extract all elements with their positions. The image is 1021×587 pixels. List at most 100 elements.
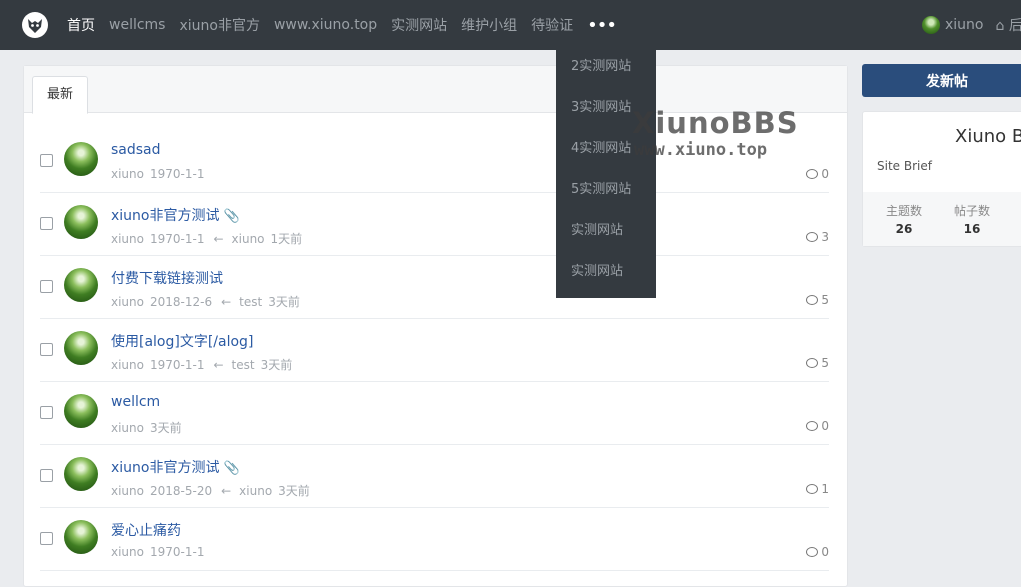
thread-last-time: 3天前 [261,358,293,372]
dropdown-item[interactable]: 5实测网站 [556,169,656,210]
thread-author[interactable]: xiuno [111,167,144,181]
site-stats: 主题数 26 帖子数 16 [863,192,1021,246]
nav-link-home[interactable]: 首页 [60,15,102,35]
more-menu-button[interactable]: ••• [580,15,623,36]
nav-link-maintenance-team[interactable]: 维护小组 [454,15,524,35]
reply-count: 1 [806,482,829,496]
comment-icon [806,547,818,557]
thread-last-user[interactable]: test [232,358,255,372]
thread-title-text[interactable]: xiuno非官方测试 [111,460,220,476]
thread-title-text[interactable]: 使用[alog]文字[/alog] [111,334,253,350]
site-brief: Site Brief [877,159,932,173]
thread-title-text[interactable]: sadsad [111,142,161,158]
admin-link-label: 后台 [1009,18,1021,34]
nav-link-wellcms[interactable]: wellcms [102,17,172,33]
thread-date: 3天前 [150,421,182,435]
thread-row: xiuno非官方测试📎xiuno2018-5-20←xiuno3天前1 [40,445,829,508]
comment-icon [806,421,818,431]
nav-link-test-site[interactable]: 实测网站 [384,15,454,35]
thread-last-time: 1天前 [271,232,303,246]
stat-value: 26 [874,222,934,236]
stat-label: 帖子数 [942,202,1002,219]
site-logo-icon[interactable] [21,11,49,39]
nav-link-xiuno-top[interactable]: www.xiuno.top [267,17,384,33]
author-avatar[interactable] [64,394,98,428]
thread-last-user[interactable]: test [239,295,262,309]
stat-posts: 帖子数 16 [942,202,1002,236]
reply-arrow-icon: ← [221,484,231,498]
thread-title[interactable]: 爱心止痛药 [111,520,181,540]
site-title: Xiuno BBS [955,126,1021,147]
nav-link-pending[interactable]: 待验证 [524,15,580,35]
thread-title[interactable]: sadsad [111,142,161,158]
thread-author[interactable]: xiuno [111,484,144,498]
nav-username[interactable]: xiuno [945,17,984,33]
thread-author[interactable]: xiuno [111,421,144,435]
reply-count-value: 5 [821,293,829,307]
site-info-card: Xiuno BBS Site Brief 主题数 26 帖子数 16 [862,111,1021,247]
thread-meta: xiuno2018-12-6←test3天前 [111,293,306,310]
reply-count-value: 3 [821,230,829,244]
thread-title-text[interactable]: xiuno非官方测试 [111,208,220,224]
reply-count: 0 [806,419,829,433]
tab-latest[interactable]: 最新 [32,76,88,114]
thread-last-user[interactable]: xiuno [239,484,272,498]
thread-date: 1970-1-1 [150,167,204,181]
dropdown-item[interactable]: 实测网站 [556,210,656,251]
new-post-button[interactable]: 发新帖 [862,64,1021,97]
thread-title-text[interactable]: 付费下载链接测试 [111,271,223,287]
thread-row: wellcm xiuno 3天前 0 [40,382,829,445]
thread-title-text[interactable]: wellcm [111,394,160,410]
reply-arrow-icon: ← [213,358,223,372]
thread-title[interactable]: xiuno非官方测试📎 [111,457,240,477]
thread-title[interactable]: 使用[alog]文字[/alog] [111,331,253,351]
home-icon: ⌂ [996,18,1005,34]
comment-icon [806,295,818,305]
comment-icon [806,232,818,242]
stat-label: 主题数 [874,202,934,219]
thread-title[interactable]: wellcm [111,394,160,410]
comment-icon [806,358,818,368]
thread-row: 付费下载链接测试 xiuno2018-12-6←test3天前 5 [40,256,829,319]
watermark-logo-text: XiunoBBS [632,106,799,140]
reply-count-value: 0 [821,167,829,181]
reply-count-value: 0 [821,419,829,433]
thread-title-text[interactable]: 爱心止痛药 [111,523,181,539]
nav-link-xiuno-unofficial[interactable]: xiuno非官方 [172,15,267,35]
admin-link[interactable]: ⌂ 后台 [996,15,1021,35]
thread-date: 1970-1-1 [150,358,204,372]
thread-date: 1970-1-1 [150,232,204,246]
thread-title[interactable]: xiuno非官方测试📎 [111,205,240,225]
thread-checkbox[interactable] [40,280,53,293]
thread-author[interactable]: xiuno [111,545,144,559]
nav-user-area: xiuno ⌂ 后台 [922,0,1021,50]
reply-count-value: 0 [821,545,829,559]
user-avatar[interactable] [922,16,940,34]
thread-checkbox[interactable] [40,469,53,482]
author-avatar[interactable] [64,205,98,239]
author-avatar[interactable] [64,268,98,302]
thread-checkbox[interactable] [40,217,53,230]
thread-checkbox[interactable] [40,406,53,419]
author-avatar[interactable] [64,331,98,365]
thread-checkbox[interactable] [40,343,53,356]
top-navbar: 首页 wellcms xiuno非官方 www.xiuno.top 实测网站 维… [0,0,1021,50]
thread-row: xiuno非官方测试📎xiuno1970-1-1←xiuno1天前3 [40,193,829,256]
thread-title[interactable]: 付费下载链接测试 [111,268,223,288]
author-avatar[interactable] [64,520,98,554]
thread-meta: xiuno 1970-1-1 [111,167,210,181]
thread-meta: xiuno2018-5-20←xiuno3天前 [111,482,316,499]
dropdown-item[interactable]: 实测网站 [556,251,656,292]
author-avatar[interactable] [64,457,98,491]
thread-list: sadsad xiuno 1970-1-1 0 xiuno非官方测试📎 xiuno 1970… [40,130,829,571]
thread-date: 1970-1-1 [150,545,204,559]
thread-author[interactable]: xiuno [111,358,144,372]
thread-row: 爱心止痛药 xiuno 1970-1-1 0 [40,508,829,571]
dropdown-item[interactable]: 2实测网站 [556,46,656,87]
thread-checkbox[interactable] [40,532,53,545]
thread-author[interactable]: xiuno [111,232,144,246]
author-avatar[interactable] [64,142,98,176]
thread-checkbox[interactable] [40,154,53,167]
thread-author[interactable]: xiuno [111,295,144,309]
thread-last-user[interactable]: xiuno [232,232,265,246]
